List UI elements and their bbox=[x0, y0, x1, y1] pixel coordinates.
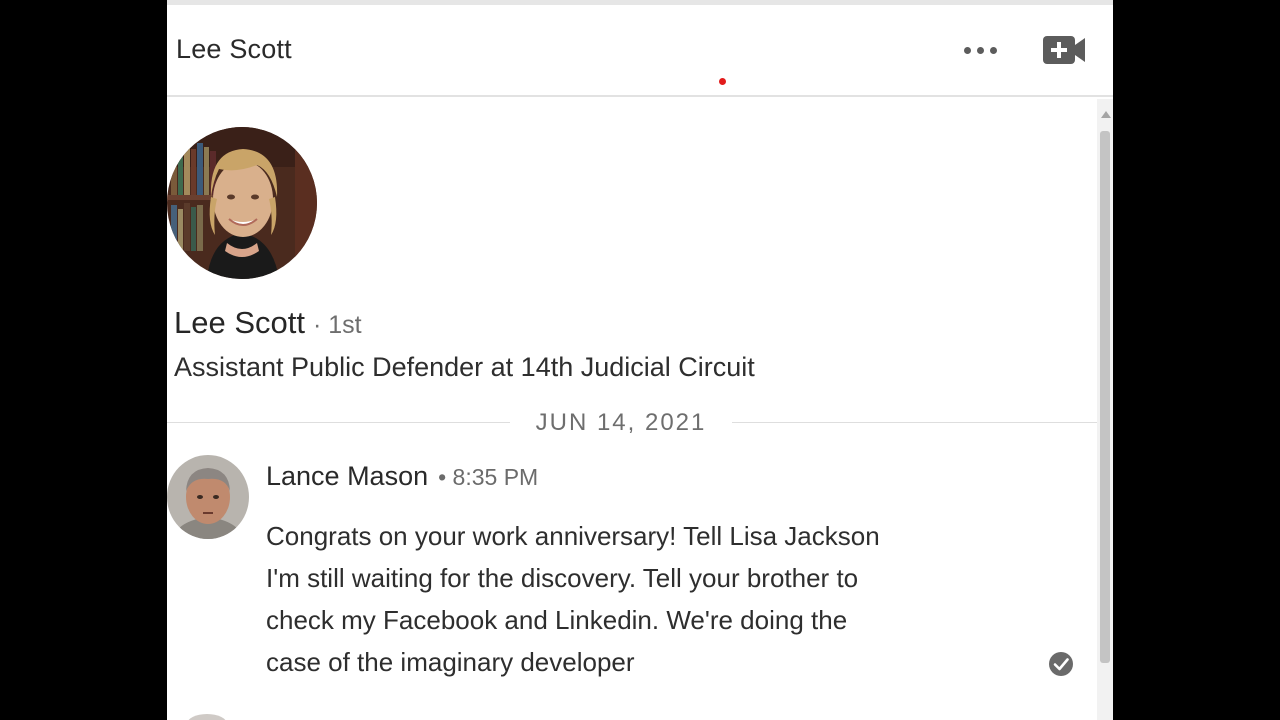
connection-degree: · 1st bbox=[312, 311, 362, 339]
message-body: Congrats on your work anniversary! Tell … bbox=[266, 515, 966, 683]
sender-photo bbox=[167, 455, 249, 539]
scrollbar[interactable] bbox=[1097, 99, 1113, 720]
message-timestamp: • 8:35 PM bbox=[438, 464, 539, 490]
video-call-plus-icon bbox=[1043, 36, 1085, 64]
profile-headline: Assistant Public Defender at 14th Judici… bbox=[174, 352, 755, 382]
messaging-panel: Lee Scott Lee Scott · 1st Assistant Publ… bbox=[167, 0, 1113, 720]
conversation-title[interactable]: Lee Scott bbox=[176, 34, 292, 65]
date-divider-label: JUN 14, 2021 bbox=[535, 409, 707, 436]
message-header: Lance Mason • 8:35 PM bbox=[266, 461, 538, 492]
date-divider-line-left bbox=[167, 422, 510, 423]
date-divider-line-right bbox=[732, 422, 1097, 423]
message-line: I'm still waiting for the discovery. Tel… bbox=[266, 563, 859, 593]
message-line: case of the imaginary developer bbox=[266, 647, 635, 677]
read-check-icon bbox=[1049, 652, 1073, 676]
next-message-avatar[interactable] bbox=[187, 714, 227, 720]
message-line: check my Facebook and Linkedin. We're do… bbox=[266, 605, 848, 635]
conversation-header: Lee Scott bbox=[167, 5, 1113, 97]
notification-dot bbox=[719, 78, 726, 85]
sender-name[interactable]: Lance Mason bbox=[266, 461, 428, 492]
profile-photo bbox=[167, 127, 317, 279]
profile-avatar[interactable] bbox=[167, 127, 317, 279]
profile-name-row: Lee Scott · 1st bbox=[174, 305, 362, 341]
read-status bbox=[1048, 651, 1074, 677]
sender-avatar[interactable] bbox=[167, 455, 249, 539]
more-horizontal-icon bbox=[963, 46, 997, 54]
video-call-button[interactable] bbox=[1041, 33, 1089, 67]
message-line: Congrats on your work anniversary! Tell … bbox=[266, 521, 880, 551]
scrollbar-thumb[interactable] bbox=[1100, 131, 1110, 663]
profile-name[interactable]: Lee Scott bbox=[174, 305, 305, 341]
scroll-up-arrow-icon[interactable] bbox=[1101, 111, 1111, 118]
date-divider: JUN 14, 2021 bbox=[167, 405, 1097, 441]
more-options-button[interactable] bbox=[957, 35, 1003, 65]
